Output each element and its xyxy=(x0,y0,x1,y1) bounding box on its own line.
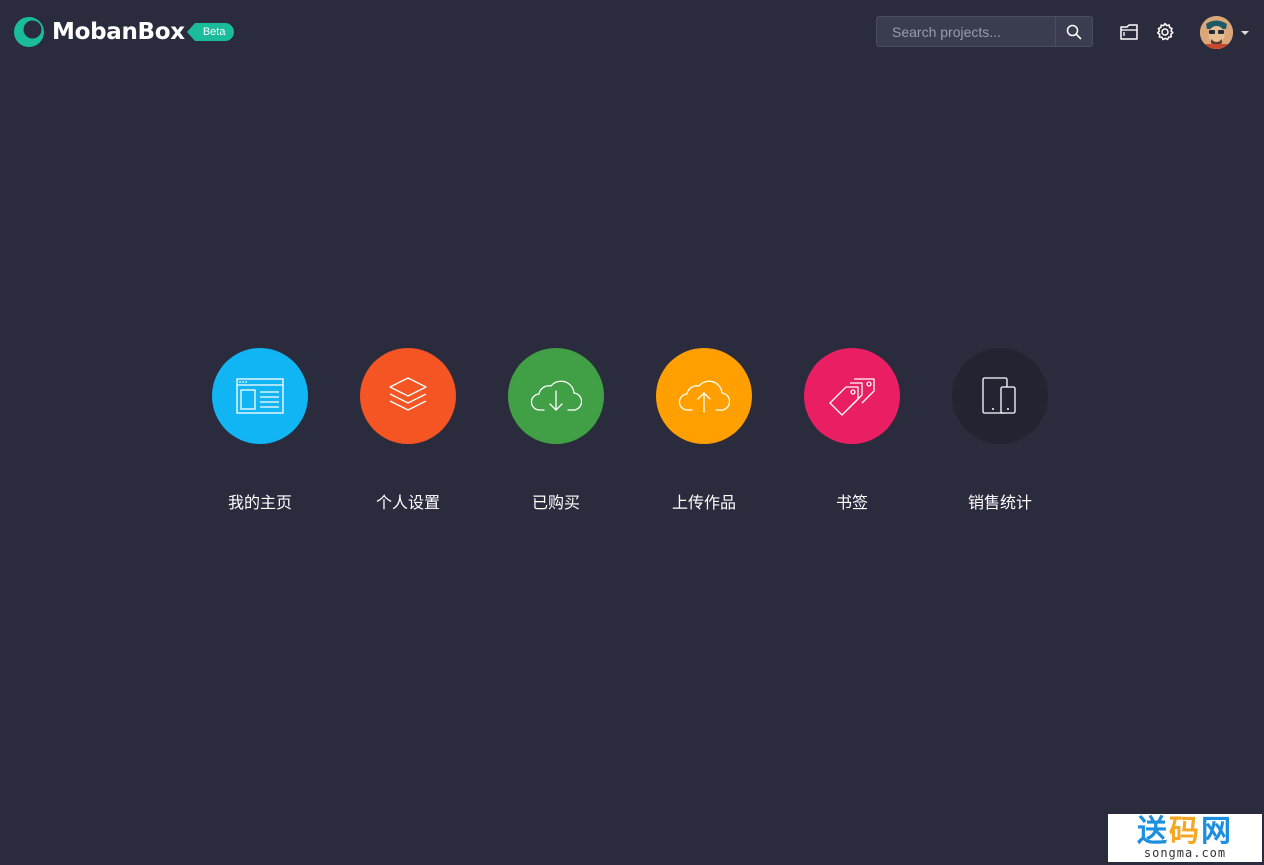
tile-label: 销售统计 xyxy=(967,493,1032,512)
search-input[interactable] xyxy=(877,17,1055,46)
watermark-url: songma.com xyxy=(1143,845,1227,860)
folder-icon xyxy=(1120,24,1138,40)
tile-circle xyxy=(508,348,604,444)
tile-label: 书签 xyxy=(835,493,868,512)
settings-button[interactable] xyxy=(1154,21,1176,43)
brand-logo[interactable]: MobanBox Beta xyxy=(14,17,235,47)
user-avatar[interactable] xyxy=(1200,16,1233,49)
search-icon xyxy=(1066,24,1082,39)
tile-circle xyxy=(212,348,308,444)
tile-my-homepage[interactable]: 我的主页 xyxy=(186,348,334,518)
devices-icon xyxy=(982,377,1016,414)
tile-circle xyxy=(656,348,752,444)
tile-sales-stats[interactable]: 销售统计 xyxy=(926,348,1074,518)
browser-window-icon xyxy=(236,378,284,414)
search-box xyxy=(876,16,1093,47)
watermark: 送码网 songma.com xyxy=(1108,814,1262,862)
caret-down-icon[interactable] xyxy=(1241,31,1249,35)
tile-upload-works[interactable]: 上传作品 xyxy=(630,348,778,518)
tile-bookmarks[interactable]: 书签 xyxy=(778,348,926,518)
search-button[interactable] xyxy=(1055,17,1092,46)
tile-label: 已购买 xyxy=(531,493,580,512)
brand-name: MobanBox xyxy=(52,19,185,45)
tile-purchased[interactable]: 已购买 xyxy=(482,348,630,518)
tile-label: 个人设置 xyxy=(375,493,440,512)
tile-circle xyxy=(952,348,1048,444)
folder-button[interactable] xyxy=(1118,21,1140,43)
avatar-face-icon xyxy=(1200,16,1233,49)
dashboard-tiles: 我的主页 个人设置 已购买 上传作品 书签 销售统计 xyxy=(186,348,1074,518)
cloud-upload-icon xyxy=(678,380,730,413)
tile-label: 我的主页 xyxy=(227,493,292,512)
watermark-logo: 送码网 xyxy=(1137,813,1233,849)
cloud-download-icon xyxy=(530,380,582,411)
tags-icon xyxy=(829,378,875,416)
gear-icon xyxy=(1156,22,1174,41)
top-bar: MobanBox Beta xyxy=(0,0,1264,64)
logo-mark-icon xyxy=(14,17,44,47)
layers-icon xyxy=(389,377,427,411)
tile-personal-settings[interactable]: 个人设置 xyxy=(334,348,482,518)
tile-label: 上传作品 xyxy=(671,493,736,512)
beta-badge: Beta xyxy=(186,23,235,41)
tile-circle xyxy=(804,348,900,444)
tile-circle xyxy=(360,348,456,444)
